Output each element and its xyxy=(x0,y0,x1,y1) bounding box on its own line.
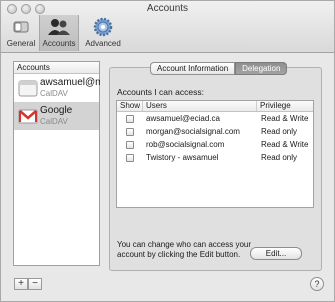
advanced-gear-icon xyxy=(93,17,113,37)
toolbar-advanced-button[interactable]: Advanced xyxy=(81,15,125,51)
column-privilege-header[interactable]: Privilege xyxy=(257,101,313,111)
column-show-header[interactable]: Show xyxy=(117,101,143,111)
account-type: CalDAV xyxy=(40,117,68,126)
caldav-calendar-icon xyxy=(18,80,38,97)
account-name: Google xyxy=(40,105,73,116)
account-tabs: Account Information Delegation xyxy=(150,62,288,75)
show-checkbox[interactable] xyxy=(126,154,134,162)
user-cell: awsamuel@eciad.ca xyxy=(146,114,220,123)
table-row[interactable]: rob@socialsignal.com Read & Write xyxy=(117,138,313,151)
toolbar-advanced-label: Advanced xyxy=(85,39,121,48)
privilege-cell: Read & Write xyxy=(261,140,309,149)
user-cell: morgan@socialsignal.com xyxy=(146,127,240,136)
toolbar-general-button[interactable]: General xyxy=(5,15,37,51)
account-item-google[interactable]: Google CalDAV xyxy=(14,102,99,130)
gmail-envelope-icon xyxy=(18,109,38,124)
table-row[interactable]: Twistory - awsamuel Read only xyxy=(117,151,313,164)
general-switch-icon xyxy=(13,21,29,33)
user-cell: Twistory - awsamuel xyxy=(146,153,219,162)
tab-delegation[interactable]: Delegation xyxy=(235,62,288,75)
show-checkbox[interactable] xyxy=(126,128,134,136)
window-title: Accounts xyxy=(146,3,189,14)
accounts-list[interactable]: Accounts awsamuel@m... CalDAV Google Cal… xyxy=(13,61,100,266)
privilege-cell: Read & Write xyxy=(261,114,309,123)
accounts-list-header: Accounts xyxy=(14,62,99,74)
remove-account-button[interactable]: − xyxy=(28,278,42,290)
privilege-cell: Read only xyxy=(261,153,298,162)
delegation-table: Show Users Privilege awsamuel@eciad.ca R… xyxy=(116,100,314,208)
accounts-window: Accounts General Accounts Advanced Accou… xyxy=(0,0,335,302)
table-header: Show Users Privilege xyxy=(117,101,313,112)
account-name: awsamuel@m... xyxy=(40,77,100,88)
edit-hint-text: You can change who can access your accou… xyxy=(117,240,252,259)
show-checkbox[interactable] xyxy=(126,141,134,149)
toolbar-accounts-label: Accounts xyxy=(42,39,76,48)
tab-account-information[interactable]: Account Information xyxy=(150,62,236,75)
show-checkbox[interactable] xyxy=(126,115,134,123)
user-cell: rob@socialsignal.com xyxy=(146,140,225,149)
edit-button[interactable]: Edit... xyxy=(250,247,302,260)
title-bar: Accounts General Accounts Advanced xyxy=(1,1,334,53)
can-access-heading: Accounts I can access: xyxy=(117,87,204,97)
help-button[interactable]: ? xyxy=(310,277,324,291)
add-account-button[interactable]: + xyxy=(14,278,28,290)
toolbar-accounts-button[interactable]: Accounts xyxy=(39,15,79,51)
privilege-cell: Read only xyxy=(261,127,298,136)
toolbar-general-label: General xyxy=(6,39,36,48)
account-type: CalDAV xyxy=(40,89,68,98)
account-item-awsamuel[interactable]: awsamuel@m... CalDAV xyxy=(14,74,100,102)
table-row[interactable]: awsamuel@eciad.ca Read & Write xyxy=(117,112,313,125)
column-users-header[interactable]: Users xyxy=(143,101,257,111)
table-row[interactable]: morgan@socialsignal.com Read only xyxy=(117,125,313,138)
accounts-people-icon xyxy=(48,19,70,35)
